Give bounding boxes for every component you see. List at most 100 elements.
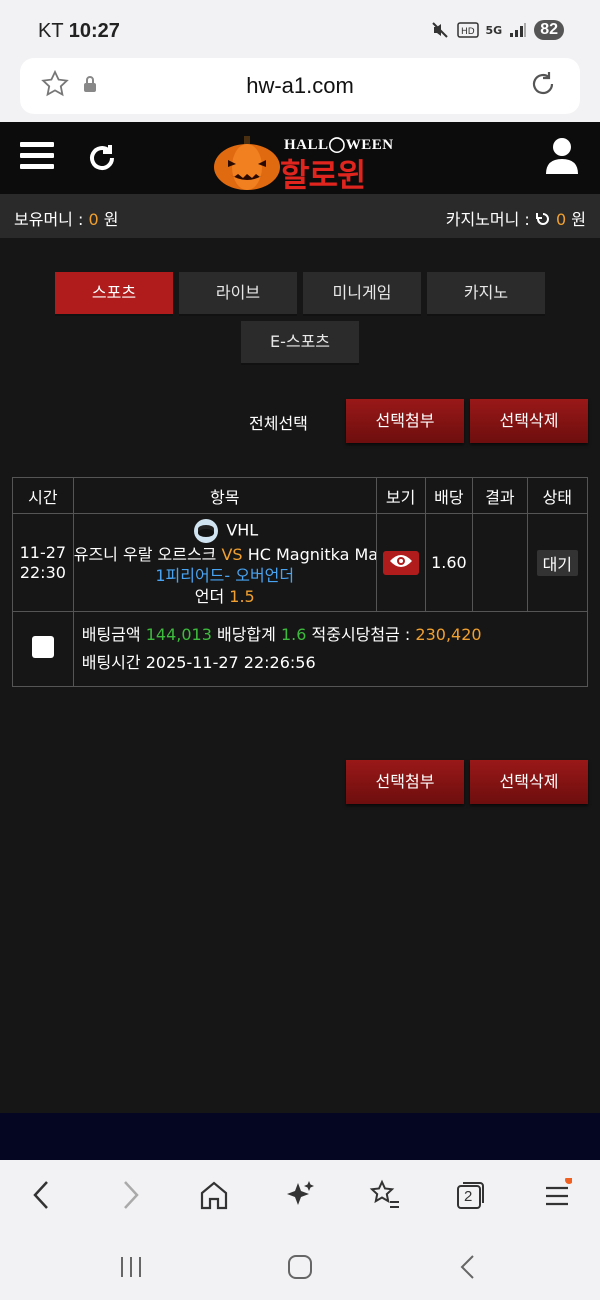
site-logo[interactable]: HALL◯WEEN 할로윈 (212, 132, 393, 194)
hd-icon: HD (456, 22, 479, 38)
amount-value: 144,013 (145, 625, 212, 644)
bookmarks-icon[interactable] (368, 1178, 402, 1212)
casino-refresh-icon[interactable] (535, 211, 551, 227)
league-line: VHL (74, 518, 376, 544)
browser-menu-button[interactable] (544, 1176, 573, 1212)
money-bar: 보유머니 : 0 원 카지노머니 : 0 원 (0, 194, 600, 238)
header-odds: 배당 (424, 477, 474, 514)
amount-label: 배팅금액 (81, 625, 141, 644)
reload-icon[interactable] (528, 69, 558, 99)
total-odds-value: 1.6 (280, 625, 307, 644)
vs-label: VS (221, 545, 243, 564)
forward-icon[interactable] (118, 1178, 142, 1212)
bet-time-cell: 11-27 22:30 (12, 513, 74, 612)
bet-match-cell: VHL 유즈니 우랄 오르스크 VS HC Magnitka Magnitogo… (72, 513, 377, 612)
footer-strip (0, 1113, 600, 1160)
browser-menu-icon (546, 1176, 573, 1206)
summary-row: 배팅금액 144,013 배당합계 1.6 적중시당첨금 : 230,420 배… (12, 611, 589, 687)
casino-money-label: 카지노머니 : (445, 210, 530, 229)
user-icon[interactable] (544, 136, 580, 176)
league-name: VHL (226, 520, 259, 540)
odds-cell: 1.60 (424, 513, 474, 612)
bet-date: 11-27 (19, 542, 67, 562)
holding-money-value: 0 (88, 210, 99, 229)
market-name: 1피리어드- 오버언더 (155, 566, 295, 585)
tab-sports[interactable]: 스포츠 (55, 272, 173, 316)
clock: 10:27 (68, 20, 120, 42)
browser-url-bar: hw-a1.com (0, 58, 600, 122)
tab-esports[interactable]: E-스포츠 (241, 321, 359, 365)
url-text: hw-a1.com (246, 73, 354, 98)
status-bar: KT 10:27 HD 5G 82 (0, 0, 600, 62)
status-badge: 대기 (536, 549, 579, 576)
logo-korean-text: 할로윈 (280, 156, 366, 194)
delete-selected-button-bottom[interactable]: 선택삭제 (470, 760, 588, 804)
browser-toolbar: 2 (0, 1160, 600, 1232)
teams-line: 유즈니 우랄 오르스크 VS HC Magnitka Magnitogorsk (74, 544, 376, 565)
pick-line: 언더 1.5 (74, 586, 376, 607)
select-all-label[interactable]: 전체선택 (249, 410, 308, 434)
payout-label: 적중시당첨금 : (311, 625, 411, 644)
svg-text:HD: HD (461, 27, 475, 37)
result-cell (472, 513, 528, 612)
table-header-row: 시간 항목 보기 배당 결과 상태 (12, 477, 589, 514)
total-odds-label: 배당합계 (216, 625, 276, 644)
pumpkin-icon (214, 136, 280, 190)
header-view: 보기 (375, 477, 426, 514)
holding-money-unit: 원 (103, 210, 119, 229)
battery-indicator: 82 (534, 20, 564, 40)
pick-name: 언더 (194, 587, 225, 606)
network-5g-icon: 5G (485, 23, 503, 37)
view-button[interactable] (382, 550, 419, 575)
status-cell: 대기 (526, 513, 589, 612)
header-result: 결과 (472, 477, 528, 514)
refresh-icon[interactable] (86, 142, 118, 174)
casino-money: 카지노머니 : 0 원 (446, 206, 586, 230)
bet-time-value: 2025-11-27 22:26:56 (145, 653, 316, 672)
delete-selected-button[interactable]: 선택삭제 (470, 399, 588, 443)
tab-count: 2 (464, 1188, 473, 1205)
tabs-button[interactable]: 2 (455, 1178, 487, 1212)
casino-money-unit: 원 (571, 210, 586, 229)
attach-selected-button-bottom[interactable]: 선택첨부 (346, 760, 464, 804)
menu-icon[interactable] (20, 142, 54, 172)
carrier: KT (38, 20, 64, 42)
hockey-puck-icon (194, 519, 219, 543)
away-team: HC Magnitka Magnitogorsk (247, 545, 376, 564)
pick-value: 1.5 (229, 587, 255, 606)
holding-money: 보유머니 : 0 원 (14, 206, 118, 230)
casino-money-value: 0 (555, 210, 567, 229)
url-field[interactable]: hw-a1.com (20, 58, 580, 114)
recent-apps-icon[interactable] (118, 1254, 144, 1280)
table-row: 11-27 22:30 VHL 유즈니 우랄 오르스크 VS HC Magnit… (12, 513, 589, 612)
summary-time-line: 배팅시간 2025-11-27 22:26:56 (82, 649, 579, 677)
signal-icon (510, 23, 527, 37)
tab-minigame[interactable]: 미니게임 (303, 272, 421, 316)
system-back-icon[interactable] (456, 1254, 480, 1280)
bet-history-table: 시간 항목 보기 배당 결과 상태 11-27 22:30 VHL 유즈니 우랄… (12, 477, 589, 687)
home-team: 유즈니 우랄 오르스크 (73, 545, 217, 564)
holding-money-label: 보유머니 : (14, 210, 84, 229)
status-carrier-time: KT 10:27 (38, 20, 120, 43)
sparkle-icon[interactable] (284, 1178, 316, 1212)
bet-checkbox[interactable] (31, 636, 54, 658)
attach-selected-button[interactable]: 선택첨부 (346, 399, 464, 443)
bet-time: 22:30 (19, 562, 66, 582)
header-status: 상태 (526, 477, 589, 514)
back-icon[interactable] (30, 1178, 54, 1212)
header-item: 항목 (72, 477, 377, 514)
tab-live[interactable]: 라이브 (179, 272, 297, 316)
tab-casino[interactable]: 카지노 (427, 272, 545, 316)
header-time: 시간 (12, 477, 74, 514)
eye-icon (389, 555, 412, 567)
site-header: HALL◯WEEN 할로윈 (0, 122, 600, 194)
checkbox-cell (12, 611, 74, 687)
payout-value: 230,420 (415, 625, 482, 644)
bet-summary-cell: 배팅금액 144,013 배당합계 1.6 적중시당첨금 : 230,420 배… (72, 611, 589, 687)
view-cell (375, 513, 426, 612)
bet-time-label: 배팅시간 (81, 653, 141, 672)
status-icons: HD 5G 82 (430, 20, 564, 40)
system-home-icon[interactable] (286, 1254, 314, 1280)
home-icon[interactable] (198, 1178, 230, 1212)
mute-icon (431, 22, 448, 38)
